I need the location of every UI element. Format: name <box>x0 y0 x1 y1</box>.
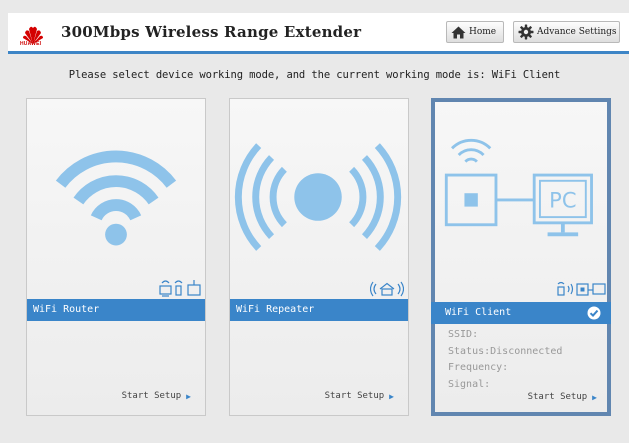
start-setup-link-repeater[interactable]: Start Setup ▶ <box>325 391 394 401</box>
start-setup-link-client[interactable]: Start Setup ▶ <box>528 392 597 402</box>
mode-card-wifi-repeater[interactable]: WiFi Repeater Start Setup ▶ <box>229 98 409 416</box>
client-status-list: SSID: Status:Disconnected Frequency: Sig… <box>448 327 562 393</box>
gear-icon <box>518 24 534 40</box>
repeater-home-icon <box>370 281 404 297</box>
arrow-right-icon: ▶ <box>389 391 394 401</box>
frequency-field: Frequency: <box>448 362 509 373</box>
advance-settings-label: Advance Settings <box>537 27 617 37</box>
start-setup-link-router[interactable]: Start Setup ▶ <box>122 391 191 401</box>
arrow-right-icon: ▶ <box>592 392 597 402</box>
status-field: Status:Disconnected <box>448 345 563 357</box>
wifi-repeater-illustration-icon <box>234 143 402 251</box>
arrow-right-icon: ▶ <box>186 391 191 401</box>
pc-text: PC <box>549 188 576 213</box>
mode-label-wifi-router: WiFi Router <box>27 299 205 321</box>
app-header: HUAWEI 300Mbps Wireless Range Extender H… <box>8 13 629 54</box>
home-button[interactable]: Home <box>446 21 504 43</box>
mode-card-wifi-client[interactable]: PC WiFi Client SSID: Status:Disconnected… <box>431 98 611 416</box>
router-devices-icon <box>159 280 201 297</box>
start-setup-label: Start Setup <box>121 391 182 401</box>
advance-settings-button[interactable]: Advance Settings <box>513 21 620 43</box>
mode-card-wifi-router[interactable]: WiFi Router Start Setup ▶ <box>26 98 206 416</box>
ssid-field: SSID: <box>448 329 479 340</box>
signal-field: Signal: <box>448 378 491 390</box>
client-device-pc-icon <box>557 281 606 296</box>
mode-label-wifi-repeater: WiFi Repeater <box>230 299 408 321</box>
brand-name: HUAWEI <box>20 41 42 47</box>
wifi-router-illustration-icon <box>55 150 177 246</box>
app-title: 300Mbps Wireless Range Extender <box>61 23 362 41</box>
home-icon <box>451 26 466 38</box>
start-setup-label: Start Setup <box>527 392 588 402</box>
instruction-text: Please select device working mode, and t… <box>68 69 561 81</box>
mode-label-wifi-client: WiFi Client <box>431 302 611 324</box>
home-label: Home <box>469 27 497 37</box>
check-icon <box>587 306 601 320</box>
mode-label-text: WiFi Client <box>445 307 512 318</box>
wifi-client-illustration-icon: PC <box>444 138 593 237</box>
start-setup-label: Start Setup <box>324 391 385 401</box>
